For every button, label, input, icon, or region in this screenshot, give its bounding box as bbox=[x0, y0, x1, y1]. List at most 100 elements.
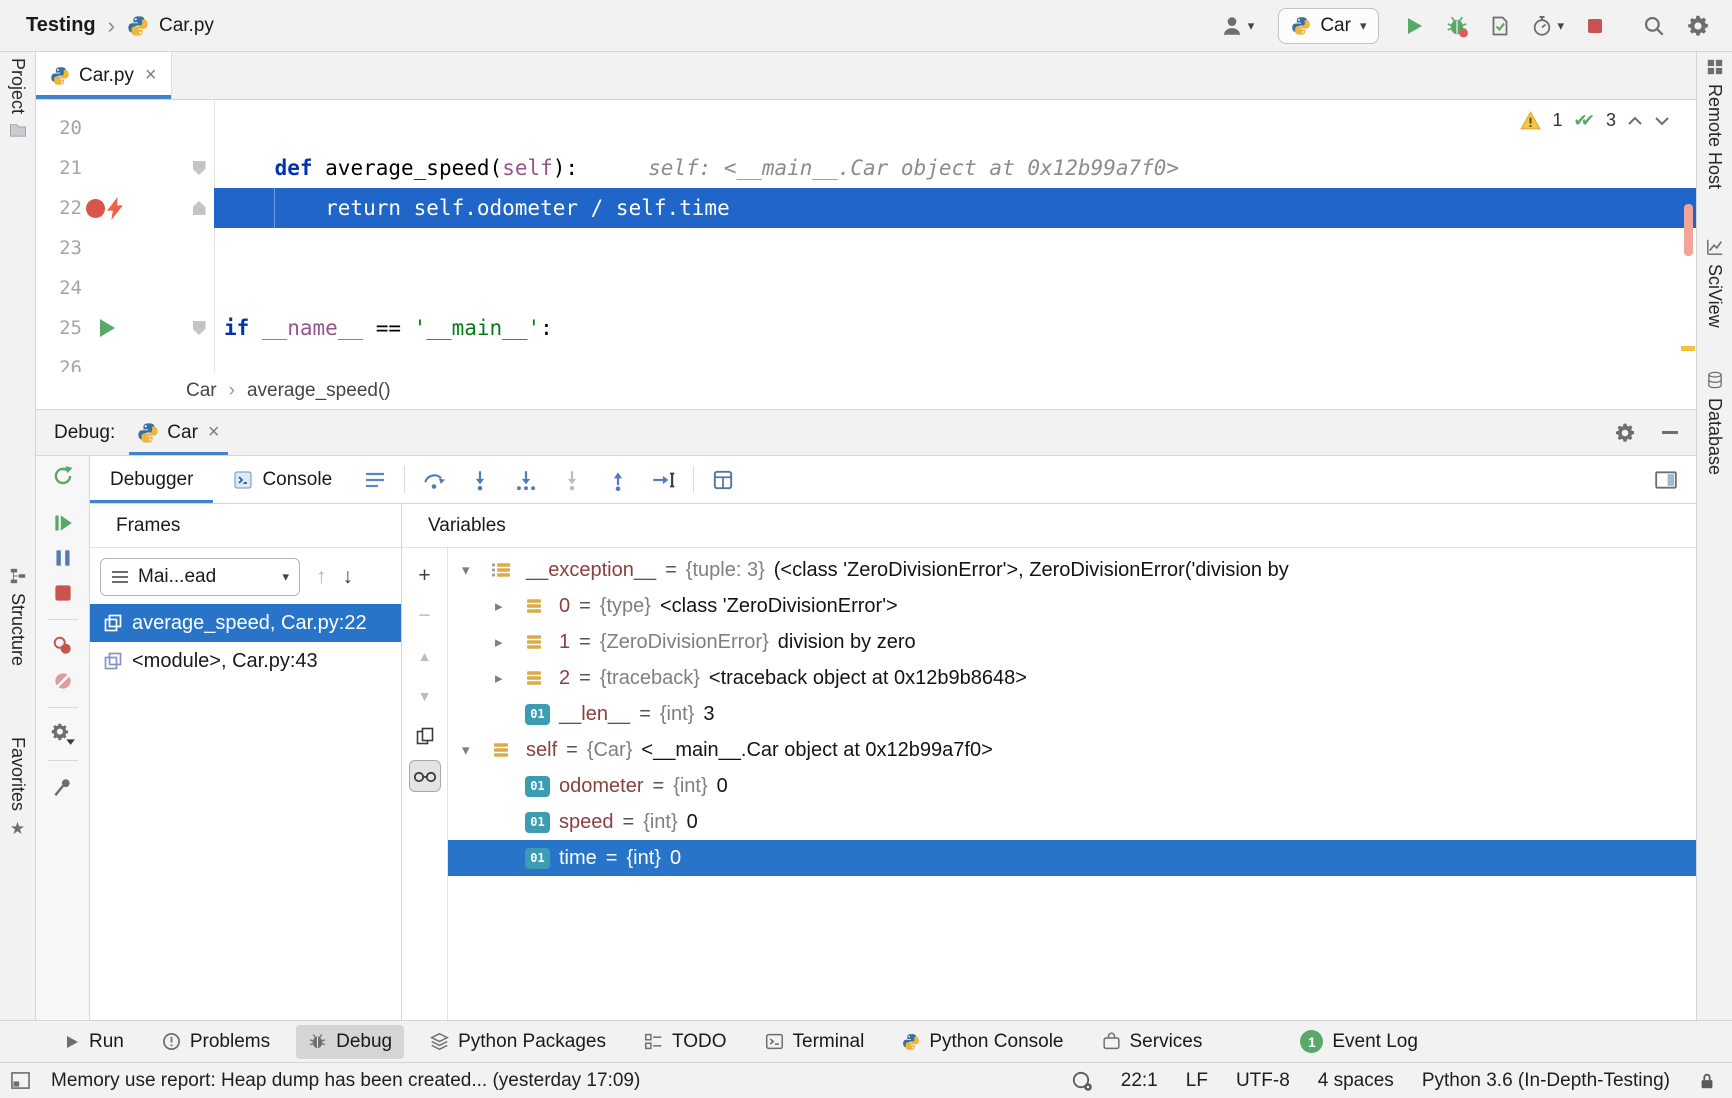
status-message[interactable]: Memory use report: Heap dump has been cr… bbox=[51, 1070, 640, 1092]
run-configuration-selector[interactable]: Car ▾ bbox=[1278, 8, 1379, 44]
stop-icon[interactable] bbox=[1584, 15, 1606, 37]
tool-window-button-run[interactable]: Run bbox=[52, 1025, 136, 1059]
variable-row-self[interactable]: ▾ self = {Car} <__main__.Car object at 0… bbox=[448, 732, 1696, 768]
tool-window-button-python-packages[interactable]: Python Packages bbox=[418, 1025, 618, 1059]
background-tasks-icon[interactable] bbox=[1071, 1070, 1093, 1092]
evaluate-expression-icon[interactable] bbox=[700, 456, 746, 503]
line-number[interactable]: 20 bbox=[36, 117, 82, 139]
scrollbar-warning-mark[interactable] bbox=[1681, 346, 1695, 351]
caret-position[interactable]: 22:1 bbox=[1121, 1070, 1158, 1092]
code-line[interactable] bbox=[214, 228, 1696, 268]
move-watch-up-icon[interactable]: ▲ bbox=[409, 640, 441, 672]
variable-row-1[interactable]: ▸ 1 = {ZeroDivisionError} division by ze… bbox=[448, 624, 1696, 660]
line-number[interactable]: 23 bbox=[36, 237, 82, 259]
warning-icon[interactable] bbox=[1520, 111, 1541, 130]
code-line[interactable]: if __name__ == '__main__': bbox=[214, 308, 1696, 348]
tool-window-button-debug[interactable]: Debug bbox=[296, 1025, 404, 1059]
variable-row-odometer[interactable]: 01 odometer = {int} 0 bbox=[448, 768, 1696, 804]
pin-icon[interactable] bbox=[51, 775, 75, 799]
expanded-chevron-icon[interactable]: ▾ bbox=[462, 561, 492, 579]
breakpoint-icon[interactable] bbox=[86, 199, 105, 218]
user-menu-button[interactable]: ▾ bbox=[1220, 14, 1255, 38]
view-breakpoints-icon[interactable] bbox=[51, 634, 75, 658]
chevron-down-icon[interactable] bbox=[1654, 116, 1670, 126]
tab-console[interactable]: Console bbox=[213, 456, 352, 503]
fold-region-icon[interactable] bbox=[193, 161, 206, 175]
previous-frame-icon[interactable]: ↑ bbox=[316, 565, 327, 589]
step-into-icon[interactable] bbox=[457, 456, 503, 503]
rerun-icon[interactable] bbox=[51, 464, 75, 488]
tool-window-button-favorites[interactable]: Favorites ★ bbox=[0, 737, 35, 839]
warning-count[interactable]: 1 bbox=[1552, 110, 1562, 131]
move-watch-down-icon[interactable]: ▼ bbox=[409, 680, 441, 712]
tool-window-button-sciview[interactable]: SciView bbox=[1697, 238, 1732, 328]
breadcrumb-class[interactable]: Car bbox=[186, 380, 217, 402]
search-icon[interactable] bbox=[1642, 14, 1666, 38]
fold-region-icon[interactable] bbox=[193, 321, 206, 335]
line-number[interactable]: 21 bbox=[36, 157, 82, 179]
next-frame-icon[interactable]: ↓ bbox=[343, 565, 354, 589]
breadcrumb-file[interactable]: Car.py bbox=[159, 15, 214, 37]
step-into-my-code-icon[interactable] bbox=[503, 456, 549, 503]
gear-icon[interactable] bbox=[1614, 422, 1636, 444]
chevron-up-icon[interactable] bbox=[1627, 116, 1643, 126]
code-editor[interactable]: 20 21 def average_speed(self):self: <__m… bbox=[36, 100, 1696, 372]
python-interpreter[interactable]: Python 3.6 (In-Depth-Testing) bbox=[1422, 1070, 1670, 1092]
view-options-icon[interactable] bbox=[352, 456, 398, 503]
step-over-icon[interactable] bbox=[411, 456, 457, 503]
tool-window-button-event-log[interactable]: 1 Event Log bbox=[1288, 1025, 1430, 1059]
lock-icon[interactable] bbox=[1698, 1071, 1716, 1091]
settings-gear-icon[interactable] bbox=[1686, 14, 1710, 38]
step-out-icon[interactable] bbox=[595, 456, 641, 503]
mute-breakpoints-icon[interactable] bbox=[51, 669, 75, 693]
close-icon[interactable]: × bbox=[145, 64, 157, 87]
debugger-settings-icon[interactable] bbox=[50, 722, 76, 746]
run-line-icon[interactable] bbox=[100, 319, 115, 337]
run-with-coverage-icon[interactable] bbox=[1489, 15, 1511, 37]
stop-icon[interactable] bbox=[51, 581, 75, 605]
collapsed-chevron-icon[interactable]: ▸ bbox=[495, 669, 525, 687]
line-number[interactable]: 26 bbox=[36, 357, 82, 372]
duplicate-watch-icon[interactable] bbox=[409, 720, 441, 752]
scrollbar-thumb[interactable] bbox=[1684, 204, 1693, 256]
code-line-current[interactable]: return self.odometer / self.time bbox=[214, 188, 1696, 228]
profiler-button[interactable]: ▾ bbox=[1531, 15, 1564, 37]
frame-row-module[interactable]: <module>, Car.py:43 bbox=[90, 642, 401, 680]
line-number[interactable]: 24 bbox=[36, 277, 82, 299]
tool-windows-toggle-icon[interactable] bbox=[10, 1071, 31, 1090]
tool-window-button-project[interactable]: Project bbox=[0, 58, 35, 138]
force-step-into-icon[interactable] bbox=[549, 456, 595, 503]
code-line[interactable] bbox=[214, 348, 1696, 372]
run-icon[interactable] bbox=[1403, 15, 1425, 37]
debug-icon[interactable] bbox=[1445, 14, 1469, 38]
resume-icon[interactable] bbox=[51, 511, 75, 535]
tool-window-button-database[interactable]: Database bbox=[1697, 370, 1732, 475]
variable-row-time[interactable]: 01 time = {int} 0 bbox=[448, 840, 1696, 876]
tool-window-button-remote-host[interactable]: Remote Host bbox=[1697, 58, 1732, 189]
breadcrumb-method[interactable]: average_speed() bbox=[247, 380, 391, 402]
indent-style[interactable]: 4 spaces bbox=[1318, 1070, 1394, 1092]
add-watch-icon[interactable]: + bbox=[409, 560, 441, 592]
layout-settings-icon[interactable] bbox=[1654, 469, 1678, 491]
line-separator[interactable]: LF bbox=[1186, 1070, 1208, 1092]
tab-debugger[interactable]: Debugger bbox=[90, 456, 213, 503]
tool-window-button-structure[interactable]: Structure bbox=[0, 567, 35, 666]
editor-tab-carpy[interactable]: Car.py × bbox=[36, 52, 172, 99]
passed-count[interactable]: 3 bbox=[1606, 110, 1616, 131]
line-number[interactable]: 25 bbox=[36, 317, 82, 339]
close-icon[interactable]: × bbox=[208, 421, 220, 444]
thread-selector[interactable]: Mai...ead ▾ bbox=[100, 558, 300, 596]
code-line[interactable] bbox=[214, 108, 1696, 148]
file-encoding[interactable]: UTF-8 bbox=[1236, 1070, 1290, 1092]
tool-window-button-python-console[interactable]: Python Console bbox=[890, 1025, 1075, 1059]
tool-window-button-terminal[interactable]: Terminal bbox=[753, 1025, 877, 1059]
tool-window-button-problems[interactable]: Problems bbox=[150, 1025, 282, 1059]
variable-row-len[interactable]: 01 __len__ = {int} 3 bbox=[448, 696, 1696, 732]
variable-row-speed[interactable]: 01 speed = {int} 0 bbox=[448, 804, 1696, 840]
code-line[interactable] bbox=[214, 268, 1696, 308]
pause-icon[interactable] bbox=[51, 546, 75, 570]
variable-row-0[interactable]: ▸ 0 = {type} <class 'ZeroDivisionError'> bbox=[448, 588, 1696, 624]
variable-row-exception[interactable]: ▾ __exception__ = {tuple: 3} (<class 'Ze… bbox=[448, 552, 1696, 588]
remove-watch-icon[interactable]: − bbox=[409, 600, 441, 632]
code-line[interactable]: def average_speed(self):self: <__main__.… bbox=[214, 148, 1696, 188]
